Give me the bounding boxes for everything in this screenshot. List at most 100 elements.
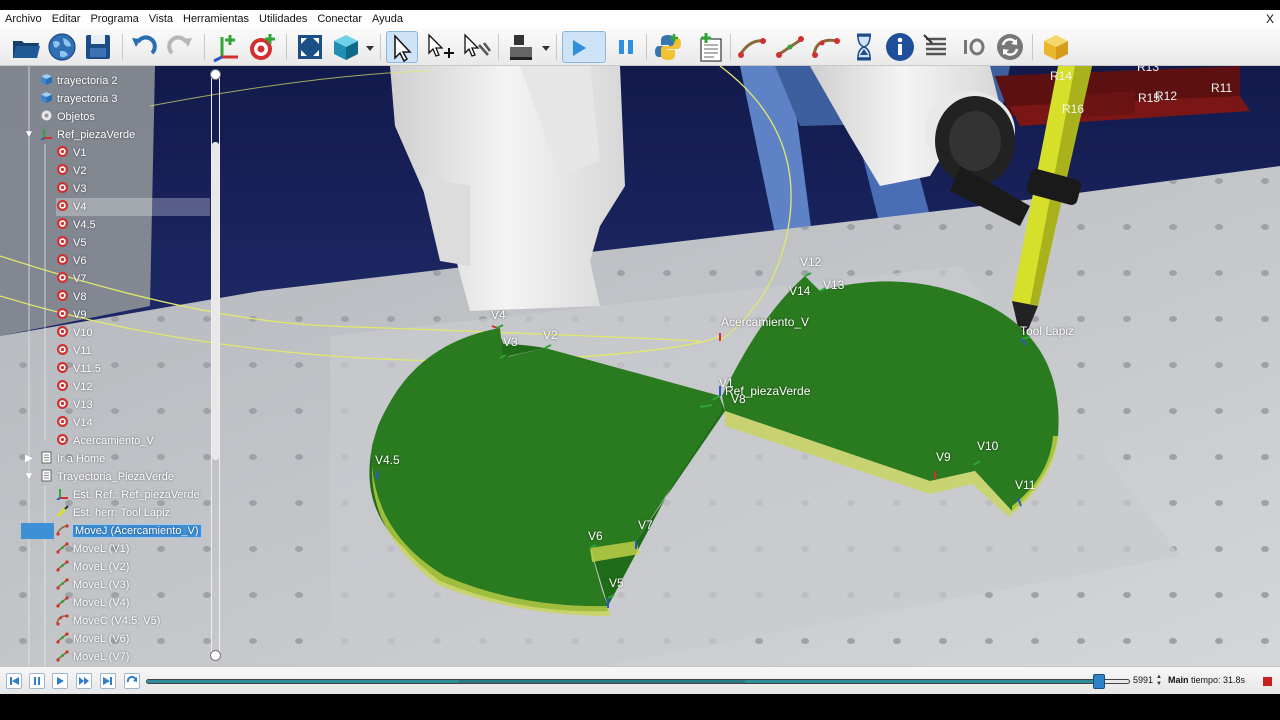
tree-item-v11[interactable]: V11 [56, 342, 92, 360]
speed-spinner[interactable]: ▲ ▼ [1156, 674, 1164, 688]
tree-scroll-down-button[interactable] [210, 650, 221, 661]
package-icon[interactable] [1040, 31, 1072, 63]
tree-scroll-up-button[interactable] [210, 69, 221, 80]
tree-item-movec-v4-5-v5[interactable]: MoveC (V4.5, V5) [56, 612, 160, 630]
play-icon[interactable] [52, 673, 68, 689]
expander-trayectoria-piezaverde[interactable]: ▼ [24, 471, 34, 482]
tree-item-v2[interactable]: V2 [56, 162, 86, 180]
loop-icon[interactable] [124, 673, 140, 689]
tree-item-acercamiento-v[interactable]: Acercamiento_V [56, 432, 154, 450]
tree-item-movel-v4[interactable]: MoveL (V4) [56, 594, 129, 612]
timeline-slider[interactable] [146, 679, 1130, 684]
tree-item-trayectoria-3[interactable]: trayectoria 3 [40, 90, 118, 108]
target-icon [57, 254, 68, 265]
cube-view-icon[interactable] [330, 31, 362, 63]
skip-start-icon[interactable] [6, 673, 22, 689]
tree-item-est-herr[interactable]: Est. herr: Tool Lapiz [56, 504, 170, 522]
pause-hourglass-icon[interactable] [848, 31, 880, 63]
timeline-thumb[interactable] [1092, 674, 1105, 689]
tree-item-v9[interactable]: V9 [56, 306, 86, 324]
program-list-icon[interactable] [920, 31, 952, 63]
tree-item-v13[interactable]: V13 [56, 396, 93, 414]
menu-vista[interactable]: Vista [144, 10, 178, 28]
refresh-icon[interactable] [994, 31, 1026, 63]
tree-item-movej-acercamiento-v[interactable]: MoveJ (Acercamiento_V) [56, 522, 202, 540]
playback-pause-icon[interactable] [29, 673, 45, 689]
tree-item-movel-v6[interactable]: MoveL (V6) [56, 630, 129, 648]
fast-forward-icon[interactable] [76, 673, 92, 689]
tree-item-v8[interactable]: V8 [56, 288, 86, 306]
menu-editar[interactable]: Editar [47, 10, 86, 28]
tree-item-v4[interactable]: V4 [56, 198, 210, 216]
redo-icon[interactable] [164, 31, 196, 63]
tree-item-movel-v3[interactable]: MoveL (V3) [56, 576, 129, 594]
tool-station-dropdown-icon[interactable] [542, 44, 550, 52]
undo-icon[interactable] [128, 31, 160, 63]
info-icon[interactable] [884, 31, 916, 63]
target-icon [57, 164, 68, 175]
fit-all-icon[interactable] [294, 31, 326, 63]
menu-herramientas[interactable]: Herramientas [178, 10, 254, 28]
globe-icon[interactable] [46, 31, 78, 63]
set-tool-icon [56, 505, 69, 518]
tree-item-v5[interactable]: V5 [56, 234, 86, 252]
simulation-speed-value[interactable]: 5991 [1133, 675, 1153, 685]
tree-item-v10[interactable]: V10 [56, 324, 93, 342]
movec-icon[interactable] [810, 31, 842, 63]
tree-scrollbar-thumb[interactable] [212, 142, 219, 460]
point-label-v12: V12 [800, 255, 822, 269]
tree-item-ref-piezaverde[interactable]: Ref_piezaVerde [40, 126, 135, 144]
rail-label-r12: R12 [1155, 89, 1178, 103]
skip-end-icon[interactable] [100, 673, 116, 689]
add-reference-frame-icon[interactable] [210, 31, 242, 63]
3d-viewport[interactable]: V4 V3 V2 V12 V14 V13 Acercamiento_V V1 R… [0, 66, 1280, 666]
open-folder-icon[interactable] [10, 31, 42, 63]
tree-item-v4-5[interactable]: V4.5 [56, 216, 96, 234]
tree-item-objetos[interactable]: Objetos [40, 108, 95, 126]
tree-item-v14[interactable]: V14 [56, 414, 93, 432]
save-icon[interactable] [82, 31, 114, 63]
tree-item-movel-v7[interactable]: MoveL (V7) [56, 648, 129, 666]
move-reference-icon[interactable] [424, 31, 456, 63]
movel-icon[interactable] [774, 31, 806, 63]
run-icon[interactable] [562, 31, 606, 63]
add-program-icon[interactable] [694, 31, 726, 63]
menu-ayuda[interactable]: Ayuda [367, 10, 408, 28]
program-icon [41, 469, 52, 482]
add-target-icon[interactable] [246, 31, 278, 63]
select-pointer-icon[interactable] [386, 31, 418, 63]
tree-item-ir-a-home[interactable]: Ir a Home [40, 450, 105, 468]
tree-item-v1[interactable]: V1 [56, 144, 86, 162]
tree-item-trayectoria-piezaverde[interactable]: Trayectoria_PiezaVerde [40, 468, 174, 486]
io-icon[interactable] [958, 31, 990, 63]
point-label-v7: V7 [638, 518, 653, 532]
window-close-button[interactable]: X [1266, 10, 1274, 28]
tree-item-movel-v1[interactable]: MoveL (V1) [56, 540, 129, 558]
tree-item-v11-5[interactable]: V11.5 [56, 360, 101, 378]
expander-ir-a-home[interactable]: ▶ [25, 453, 33, 464]
point-label-v13: V13 [823, 278, 845, 292]
tree-item-v6[interactable]: V6 [56, 252, 86, 270]
tree-item-movel-v2[interactable]: MoveL (V2) [56, 558, 129, 576]
point-label-v2: V2 [543, 328, 558, 342]
point-label-v9: V9 [936, 450, 951, 464]
tree-item-trayectoria-2[interactable]: trayectoria 2 [40, 72, 118, 90]
tree-item-v12[interactable]: V12 [56, 378, 93, 396]
tree-item-est-ref[interactable]: Est. Ref.: Ref_piezaVerde [56, 486, 200, 504]
menu-conectar[interactable]: Conectar [312, 10, 367, 28]
menu-archivo[interactable]: Archivo [0, 10, 47, 28]
tool-station-icon[interactable] [506, 31, 538, 63]
expander-ref-piezaverde[interactable]: ▼ [24, 129, 34, 140]
tree-item-v3[interactable]: V3 [56, 180, 86, 198]
point-label-v10: V10 [977, 439, 999, 453]
stop-icon[interactable] [1262, 674, 1274, 688]
tree-item-v7[interactable]: V7 [56, 270, 86, 288]
menu-utilidades[interactable]: Utilidades [254, 10, 312, 28]
python-icon[interactable] [652, 31, 684, 63]
target-icon [57, 290, 68, 301]
move-tool-icon[interactable] [460, 31, 492, 63]
pause-icon[interactable] [610, 31, 642, 63]
cube-view-dropdown-icon[interactable] [366, 44, 374, 52]
menu-programa[interactable]: Programa [85, 10, 143, 28]
movej-icon[interactable] [736, 31, 768, 63]
